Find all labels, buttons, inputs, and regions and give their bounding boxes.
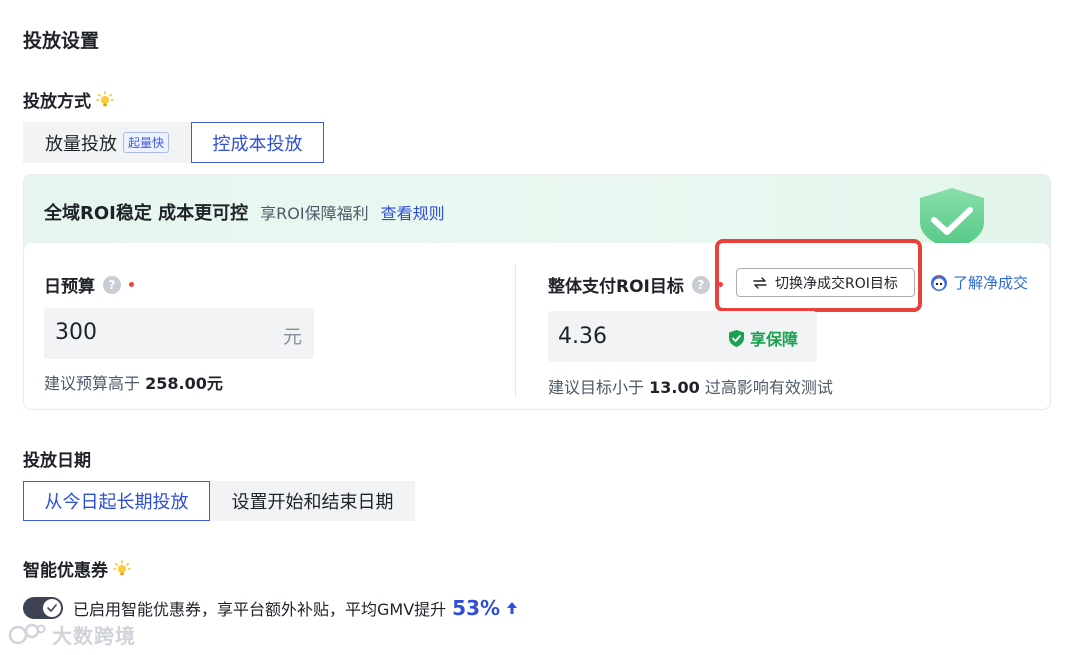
roi-target-input[interactable]: 4.36 享保障 — [548, 311, 817, 362]
tab-cost-control-delivery[interactable]: 控成本投放 — [191, 122, 324, 163]
toggle-knob — [43, 599, 61, 617]
method-label: 投放方式 — [23, 92, 91, 112]
tab-cost-control-label: 控成本投放 — [212, 133, 303, 155]
roi-target-label: 整体支付ROI目标 — [548, 277, 684, 297]
view-rules-link[interactable]: 查看规则 — [381, 200, 445, 224]
roi-hint: 建议目标小于 13.00 过高影响有效测试 — [548, 378, 833, 397]
watermark: 大数跨境 — [8, 620, 136, 649]
learn-net-deal-link[interactable]: 了解净成交 — [930, 272, 1028, 293]
check-icon — [47, 604, 57, 612]
daily-budget-value: 300 — [55, 320, 97, 345]
page-title: 投放设置 — [23, 30, 100, 52]
budget-label: 日预算 — [44, 277, 95, 297]
shield-check-icon — [920, 188, 984, 244]
watermark-text: 大数跨境 — [52, 624, 136, 648]
shield-check-small-icon — [729, 329, 744, 347]
coupon-label-row: 智能优惠券 — [23, 556, 131, 581]
currency-unit: 元 — [282, 326, 302, 348]
tab-volume-delivery-label: 放量投放 — [44, 133, 117, 155]
lightbulb-icon — [96, 90, 114, 106]
help-icon[interactable]: ? — [691, 275, 710, 294]
budget-hint-value: 258.00元 — [145, 374, 223, 393]
method-label-row: 投放方式 — [23, 87, 114, 112]
promo-title: 全域ROI稳定 成本更可控 — [44, 203, 249, 224]
daily-budget-input[interactable]: 300 元 — [44, 308, 314, 359]
help-icon[interactable]: ? — [103, 275, 121, 294]
roi-label-row: 整体支付ROI目标 ? — [548, 272, 723, 297]
guarantee-badge: 享保障 — [728, 326, 798, 350]
coupon-label: 智能优惠券 — [23, 561, 108, 581]
coupon-status-row: 已启用智能优惠券，享平台额外补贴，平均GMV提升 53% — [73, 596, 518, 620]
highlight-annotation-box — [715, 239, 922, 312]
learn-net-deal-label: 了解净成交 — [953, 274, 1029, 292]
gmv-lift-percent: 53% — [452, 596, 501, 620]
budget-hint: 建议预算高于 258.00元 — [44, 374, 223, 393]
mascot-icon — [931, 274, 947, 291]
tab-set-date-range[interactable]: 设置开始和结束日期 — [210, 481, 415, 521]
watermark-logo-icon — [8, 623, 46, 644]
roi-hint-value: 13.00 — [649, 378, 700, 397]
smart-coupon-toggle[interactable] — [23, 597, 63, 619]
lightbulb-icon — [113, 559, 131, 575]
promo-subtitle: 享ROI保障福利 — [260, 204, 369, 223]
guarantee-label: 享保障 — [750, 330, 799, 349]
tab-long-term-label: 从今日起长期投放 — [44, 492, 189, 513]
coupon-status-text: 已启用智能优惠券，享平台额外补贴，平均GMV提升 — [73, 600, 447, 619]
date-label: 投放日期 — [23, 451, 91, 471]
panel-divider — [515, 265, 516, 397]
fast-start-badge: 起量快 — [122, 132, 169, 153]
promo-header: 全域ROI稳定 成本更可控 享ROI保障福利 查看规则 — [44, 199, 445, 225]
roi-target-value: 4.36 — [558, 324, 607, 349]
budget-label-row: 日预算 ? — [44, 272, 134, 297]
tab-volume-delivery[interactable]: 放量投放 起量快 — [23, 122, 191, 163]
tab-long-term-delivery[interactable]: 从今日起长期投放 — [23, 481, 210, 521]
required-dot — [129, 282, 134, 287]
arrow-up-icon — [507, 602, 518, 614]
tab-set-date-range-label: 设置开始和结束日期 — [231, 492, 394, 513]
